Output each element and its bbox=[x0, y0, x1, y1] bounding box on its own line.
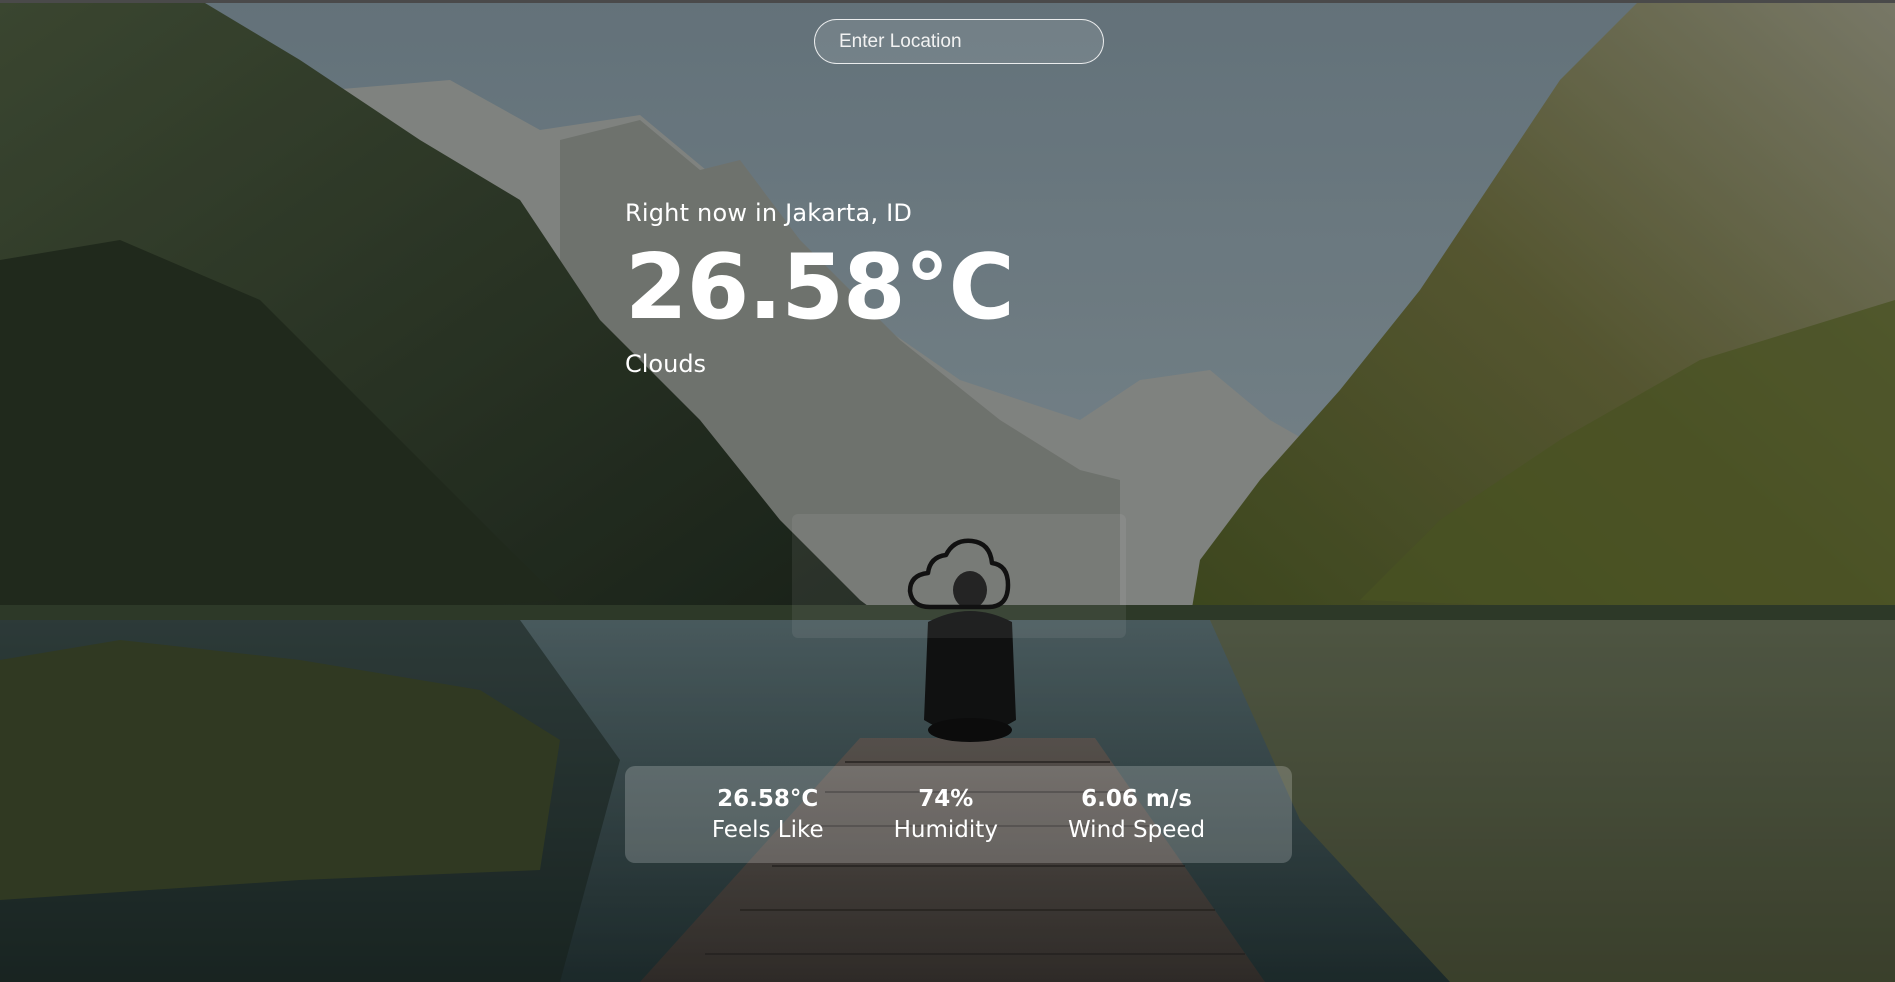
weather-app: Right now in Jakarta, ID 26.58°C Clouds … bbox=[0, 0, 1895, 982]
cloud-icon bbox=[907, 538, 1011, 610]
weather-stats-panel: 26.58°C Feels Like 74% Humidity 6.06 m/s… bbox=[625, 766, 1292, 863]
location-search-input[interactable] bbox=[814, 19, 1104, 64]
feels-like-stat: 26.58°C Feels Like bbox=[712, 784, 824, 846]
current-weather: Right now in Jakarta, ID 26.58°C Clouds bbox=[625, 192, 1125, 385]
humidity-stat: 74% Humidity bbox=[894, 784, 998, 846]
weather-description: Clouds bbox=[625, 350, 707, 378]
humidity-label: Humidity bbox=[893, 816, 998, 843]
humidity-value: 74% bbox=[918, 785, 974, 812]
wind-speed-label: Wind Speed bbox=[1067, 816, 1206, 843]
feels-like-label: Feels Like bbox=[711, 816, 824, 843]
wind-speed-stat: 6.06 m/s Wind Speed bbox=[1068, 784, 1205, 846]
temperature-value: 26.58°C bbox=[625, 235, 1015, 340]
feels-like-value: 26.58°C bbox=[717, 785, 819, 812]
wind-speed-value: 6.06 m/s bbox=[1081, 785, 1192, 812]
location-heading: Right now in Jakarta, ID bbox=[625, 199, 913, 227]
top-border bbox=[0, 0, 1895, 3]
